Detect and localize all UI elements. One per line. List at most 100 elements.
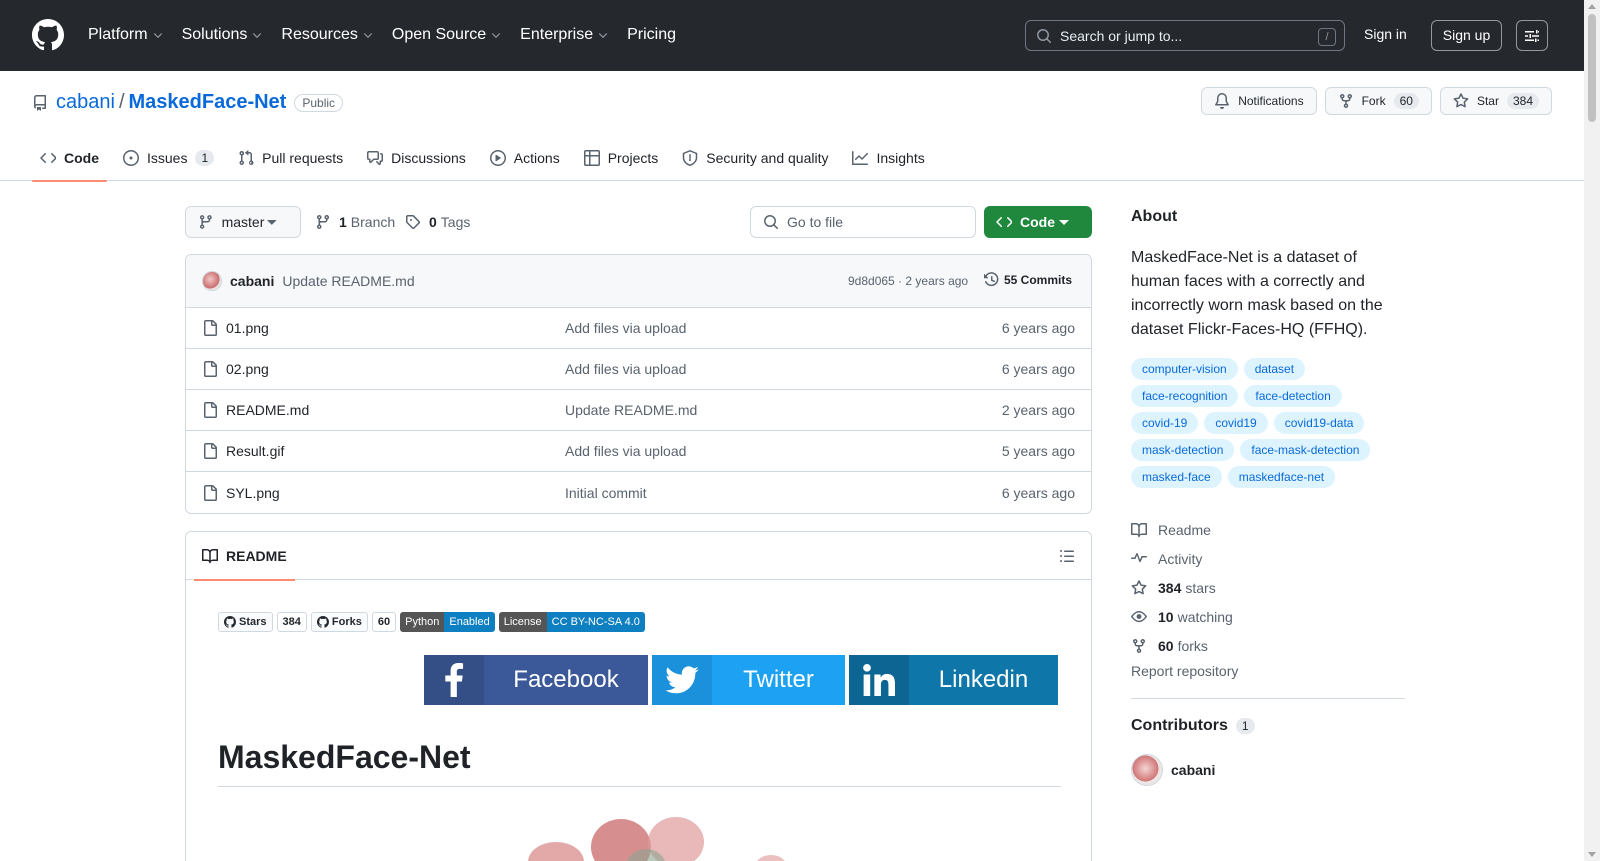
top-nav-solutions[interactable]: Solutions [182,24,264,46]
topic-tag[interactable]: mask-detection [1131,439,1235,461]
repo-icon [34,94,46,111]
python-badge[interactable]: Python Enabled [400,612,495,632]
file-name-link[interactable]: 02.png [226,361,269,377]
file-icon [204,320,217,336]
about-link-watching[interactable]: 10 watching [1131,602,1233,631]
file-commit-message-link[interactable]: Add files via upload [565,361,686,377]
stars-badge[interactable]: Stars [218,612,273,632]
topic-tag[interactable]: face-mask-detection [1240,439,1371,461]
sidebar-divider [1131,698,1405,699]
tab-code[interactable]: Code [32,135,107,182]
site-menu-button[interactable] [1516,20,1548,51]
github-logo-icon [224,616,236,628]
about-link-stars[interactable]: 384 stars [1131,573,1233,602]
scrollbar-thumb[interactable] [1588,14,1596,122]
repo-name-link[interactable]: MaskedFace-Net [129,91,287,114]
tab-label: Security and quality [706,150,829,166]
top-nav-resources[interactable]: Resources [281,24,373,46]
about-link-count: 60 [1158,637,1174,654]
contributors-heading[interactable]: Contributors 1 [1131,717,1255,735]
python-badge-right: Enabled [444,612,495,632]
github-logo-icon[interactable] [32,19,64,51]
top-nav-label: Solutions [181,26,248,43]
about-link-activity[interactable]: Activity [1131,544,1233,573]
file-commit-message-link[interactable]: Update README.md [565,402,697,418]
code-dropdown-button[interactable]: Code [984,206,1092,238]
top-nav-open-source[interactable]: Open Source [392,24,502,46]
chevron-down-icon [363,33,373,39]
go-to-file-input[interactable]: Go to file [750,206,976,238]
branches-link[interactable]: 1 Branch [315,214,395,230]
topic-tag[interactable]: maskedface-net [1227,466,1336,488]
topic-tag[interactable]: masked-face [1131,466,1222,488]
topic-tag[interactable]: face-detection [1244,385,1342,407]
tab-insights[interactable]: Insights [844,135,932,181]
topic-tag[interactable]: computer-vision [1131,358,1238,380]
commits-history-link[interactable]: 55 Commits [984,272,1072,288]
sign-in-link[interactable]: Sign in [1364,26,1407,42]
about-link-forks[interactable]: 60 forks [1131,631,1233,660]
file-commit-message-link[interactable]: Initial commit [565,485,647,501]
tab-security-and-quality[interactable]: Security and quality [674,135,836,181]
star-count: 384 [1506,93,1539,109]
tab-actions[interactable]: Actions [482,135,568,181]
file-name-link[interactable]: SYL.png [226,485,280,501]
twitter-share-button[interactable]: Twitter [652,655,845,705]
twitter-bird-icon [665,666,699,694]
repo-owner-link[interactable]: cabani [56,91,115,114]
topic-tag[interactable]: face-recognition [1131,385,1239,407]
table-row: Result.gif Add files via upload 5 years ag… [186,431,1091,472]
visibility-badge: Public [294,93,344,112]
contributor-name: cabani [1171,762,1216,778]
linkedin-share-button[interactable]: Linkedin [849,655,1058,705]
file-age: 2 years ago [1001,402,1075,418]
file-commit-message-link[interactable]: Add files via upload [565,443,686,459]
star-button[interactable]: Star 384 [1439,87,1552,115]
branch-selector[interactable]: master [185,206,301,238]
chevron-down-icon [491,33,501,39]
tab-projects[interactable]: Projects [576,135,667,181]
commit-author-link[interactable]: cabani [230,273,274,289]
about-link-label: watching [1177,608,1233,625]
top-nav-enterprise[interactable]: Enterprise [520,24,609,46]
top-nav-label: Enterprise [520,26,594,43]
forks-badge[interactable]: Forks [310,612,368,632]
topic-tag[interactable]: dataset [1243,358,1306,380]
about-description: MaskedFace-Net is a dataset of human fac… [1131,249,1383,338]
facebook-share-button[interactable]: Facebook [424,655,648,705]
tab-discussions[interactable]: Discussions [359,135,474,181]
topic-tag[interactable]: covid19-data [1273,412,1365,434]
about-link-readme[interactable]: Readme [1131,515,1233,544]
top-nav-pricing[interactable]: Pricing [627,24,676,46]
scroll-up-arrow-icon[interactable] [1588,4,1596,9]
fork-button[interactable]: Fork 60 [1324,87,1432,115]
page-scrollbar[interactable] [1584,0,1600,861]
topic-tag[interactable]: covid-19 [1131,412,1199,434]
scroll-down-arrow-icon[interactable] [1588,852,1596,857]
file-name-link[interactable]: Result.gif [226,443,284,459]
report-repository-link[interactable]: Report repository [1131,663,1238,679]
tab-label: Pull requests [262,150,344,166]
search-shortcut-key: / [1318,28,1336,46]
search-input[interactable]: Search or jump to... / [1025,20,1345,51]
commit-message-link[interactable]: Update README.md [282,273,414,289]
sign-up-button[interactable]: Sign up [1431,20,1502,51]
file-commit-message-link[interactable]: Add files via upload [565,320,686,336]
tags-link[interactable]: 0 Tags [405,214,470,230]
about-links: Readme Activity 384 stars 10 watching 60 forks [1131,515,1233,660]
code-button-label: Code [1020,214,1055,230]
contributor-item[interactable]: cabani [1131,754,1215,786]
readme-tab[interactable]: README [194,532,295,581]
license-badge[interactable]: License CC BY-NC-SA 4.0 [498,612,645,632]
avatar [1131,754,1163,786]
commit-meta[interactable]: 9d8d065 · 2 years ago [848,274,968,288]
avatar[interactable] [202,271,222,291]
tab-pull-requests[interactable]: Pull requests [230,135,351,181]
topic-tag[interactable]: covid19 [1204,412,1268,434]
notifications-button[interactable]: Notifications [1201,87,1317,115]
tab-issues[interactable]: Issues 1 [115,135,222,181]
table-of-contents-icon[interactable] [1059,548,1075,564]
file-name-link[interactable]: README.md [226,402,309,418]
file-name-link[interactable]: 01.png [226,320,269,336]
top-nav-platform[interactable]: Platform [88,24,164,46]
